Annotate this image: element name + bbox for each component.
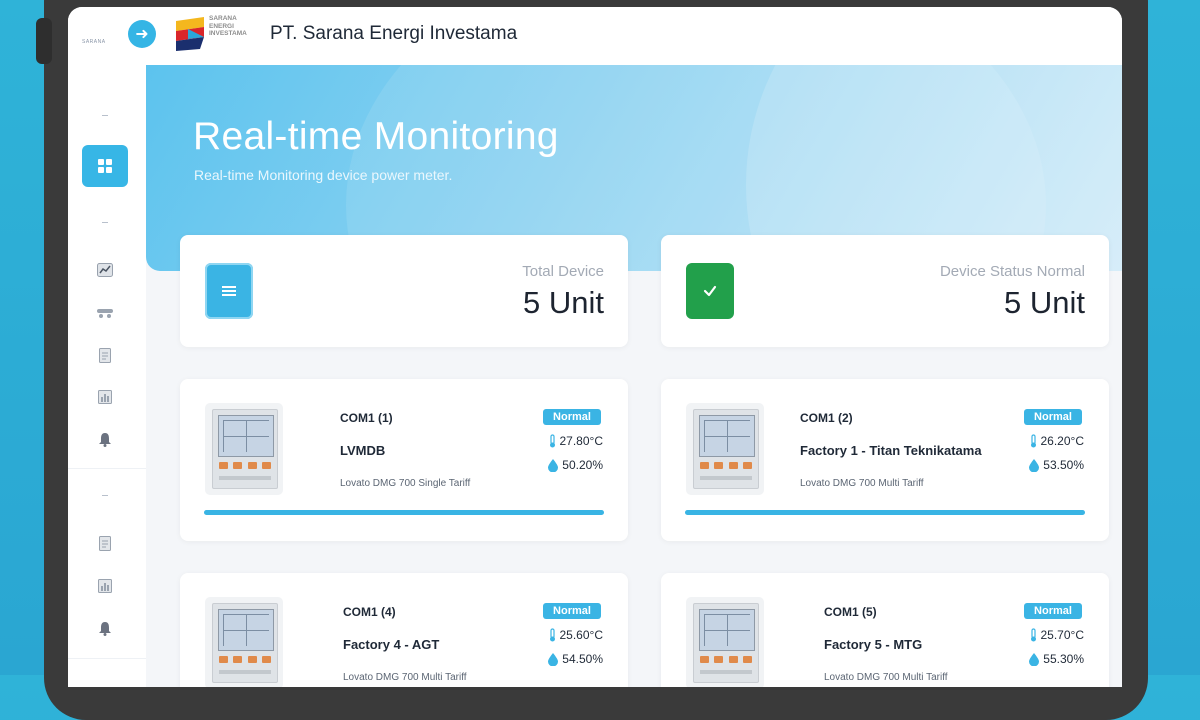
sidebar-item-dashboard[interactable] — [82, 145, 128, 187]
sidebar-item-notifications[interactable] — [92, 427, 118, 451]
device-name: LVMDB — [340, 443, 386, 458]
temperature-reading: 26.20°C — [1030, 434, 1085, 448]
company-logo — [176, 17, 204, 51]
device-card[interactable]: COM1 (2) Factory 1 - Titan Teknikatama L… — [661, 379, 1109, 541]
device-port: COM1 (1) — [340, 411, 393, 425]
stat-value: 5 Unit — [523, 285, 604, 320]
logo-line: ENERGI — [209, 22, 234, 30]
device-progress-bar — [685, 510, 1085, 515]
document-icon — [99, 347, 111, 363]
sidebar — [68, 65, 146, 687]
status-badge: Normal — [1024, 409, 1082, 425]
logo-line: INVESTAMA — [209, 30, 247, 37]
humidity-reading: 53.50% — [1029, 458, 1084, 472]
sidebar-separator — [68, 468, 146, 469]
device-name: Factory 5 - MTG — [824, 637, 923, 652]
thermometer-icon — [1030, 628, 1036, 642]
stat-card-total-device: Total Device 5 Unit — [180, 235, 628, 347]
temperature-reading: 25.70°C — [1030, 628, 1085, 642]
stat-card-status-normal: Device Status Normal 5 Unit — [661, 235, 1109, 347]
list-icon — [205, 263, 253, 319]
device-model: Lovato DMG 700 Multi Tariff — [824, 672, 948, 683]
temperature-value: 25.60°C — [559, 628, 604, 642]
logo-line: SARANA — [209, 15, 237, 22]
power-meter-image — [205, 597, 283, 687]
power-meter-image — [686, 403, 764, 495]
status-badge: Normal — [543, 603, 601, 619]
tablet-side-button — [36, 18, 52, 64]
water-drop-icon — [1029, 458, 1040, 472]
device-name: Factory 4 - AGT — [343, 637, 440, 652]
device-port: COM1 (2) — [800, 411, 853, 425]
humidity-value: 53.50% — [1043, 458, 1084, 472]
bell-icon — [99, 432, 111, 447]
sidebar-item-statistics[interactable] — [92, 385, 118, 409]
top-bar: SARANA ➜ SARANA ENERGI INVESTAMA PT. Sar… — [68, 7, 1122, 65]
status-badge: Normal — [1024, 603, 1082, 619]
humidity-value: 55.30% — [1043, 652, 1084, 666]
check-icon — [686, 263, 734, 319]
power-meter-image — [205, 403, 283, 495]
device-card[interactable]: COM1 (4) Factory 4 - AGT Lovato DMG 700 … — [180, 573, 628, 687]
company-name: PT. Sarana Energi Investama — [270, 23, 518, 44]
sidebar-item-chart[interactable] — [92, 258, 118, 282]
humidity-value: 50.20% — [562, 458, 603, 472]
document-icon — [99, 535, 111, 551]
humidity-reading: 55.30% — [1029, 652, 1084, 666]
arrow-right-icon: ➜ — [135, 26, 149, 43]
device-port: COM1 (4) — [343, 605, 396, 619]
devices-icon — [97, 309, 113, 318]
temperature-value: 25.70°C — [1040, 628, 1085, 642]
sidebar-toggle-button[interactable]: ➜ — [128, 20, 156, 48]
stat-label: Device Status Normal — [939, 263, 1085, 280]
app-screen: SARANA ➜ SARANA ENERGI INVESTAMA PT. Sar… — [68, 7, 1122, 687]
progress-fill — [685, 510, 1085, 515]
water-drop-icon — [1029, 652, 1040, 666]
logo-wordmark: SARANA ENERGI INVESTAMA — [209, 15, 247, 38]
sidebar-divider — [102, 115, 108, 116]
device-port: COM1 (5) — [824, 605, 877, 619]
sidebar-item-statistics-2[interactable] — [92, 574, 118, 598]
device-model: Lovato DMG 700 Multi Tariff — [800, 478, 924, 489]
page-subtitle: Real-time Monitoring device power meter. — [194, 167, 453, 183]
device-model: Lovato DMG 700 Single Tariff — [340, 478, 471, 489]
sidebar-divider — [102, 222, 108, 223]
device-model: Lovato DMG 700 Multi Tariff — [343, 672, 467, 683]
thermometer-icon — [549, 628, 555, 642]
water-drop-icon — [548, 652, 559, 666]
water-drop-icon — [548, 458, 559, 472]
dashboard-icon — [98, 159, 112, 173]
humidity-value: 54.50% — [562, 652, 603, 666]
sidebar-item-report-2[interactable] — [92, 531, 118, 555]
status-badge: Normal — [543, 409, 601, 425]
progress-fill — [204, 510, 604, 515]
device-progress-bar — [204, 510, 604, 515]
temperature-value: 27.80°C — [559, 434, 604, 448]
humidity-reading: 54.50% — [548, 652, 603, 666]
sidebar-item-notifications-2[interactable] — [92, 616, 118, 640]
thermometer-icon — [1030, 434, 1036, 448]
sidebar-item-devices[interactable] — [92, 301, 118, 325]
device-card[interactable]: COM1 (1) LVMDB Lovato DMG 700 Single Tar… — [180, 379, 628, 541]
temperature-value: 26.20°C — [1040, 434, 1085, 448]
stat-label: Total Device — [522, 263, 604, 280]
line-chart-icon — [97, 263, 113, 277]
sidebar-item-report[interactable] — [92, 343, 118, 367]
thermometer-icon — [549, 434, 555, 448]
power-meter-image — [686, 597, 764, 687]
sidebar-divider — [102, 495, 108, 496]
sidebar-brand-text: SARANA — [82, 39, 106, 45]
bar-chart-icon — [98, 579, 112, 593]
temperature-reading: 27.80°C — [549, 434, 604, 448]
humidity-reading: 50.20% — [548, 458, 603, 472]
bell-icon — [99, 621, 111, 636]
sidebar-separator — [68, 658, 146, 659]
page-title: Real-time Monitoring — [193, 115, 559, 158]
bar-chart-icon — [98, 390, 112, 404]
temperature-reading: 25.60°C — [549, 628, 604, 642]
device-card[interactable]: COM1 (5) Factory 5 - MTG Lovato DMG 700 … — [661, 573, 1109, 687]
device-name: Factory 1 - Titan Teknikatama — [800, 443, 982, 458]
stat-value: 5 Unit — [1004, 285, 1085, 320]
